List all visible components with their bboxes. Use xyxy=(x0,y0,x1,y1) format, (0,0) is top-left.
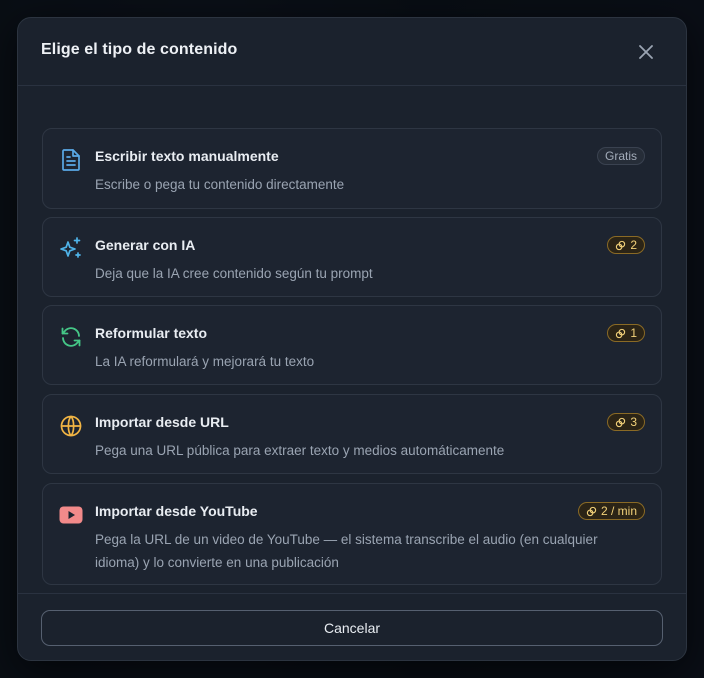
sparkles-icon xyxy=(58,236,84,262)
option-import-youtube[interactable]: Importar desde YouTube Pega la URL de un… xyxy=(42,483,662,585)
option-title: Importar desde URL xyxy=(95,414,229,430)
badge-label: 1 xyxy=(630,326,637,340)
option-rephrase-text[interactable]: Reformular texto La IA reformulará y mej… xyxy=(42,305,662,385)
option-title: Generar con IA xyxy=(95,237,196,253)
free-badge: Gratis xyxy=(596,147,645,165)
youtube-icon xyxy=(58,502,84,528)
option-import-url[interactable]: Importar desde URL Pega una URL pública … xyxy=(42,394,662,474)
refresh-icon xyxy=(58,324,84,350)
close-icon xyxy=(639,45,653,59)
cost-badge: 1 xyxy=(607,324,645,342)
option-generate-ai[interactable]: Generar con IA Deja que la IA cree conte… xyxy=(42,217,662,297)
options-list: Escribir texto manualmente Escribe o peg… xyxy=(18,87,686,593)
option-description: Deja que la IA cree contenido según tu p… xyxy=(95,266,373,281)
option-title: Reformular texto xyxy=(95,325,208,341)
coins-icon xyxy=(616,328,626,338)
option-manual-text[interactable]: Escribir texto manualmente Escribe o peg… xyxy=(42,128,662,209)
dialog-footer: Cancelar xyxy=(18,593,686,660)
cost-badge: 3 xyxy=(607,413,645,431)
dialog-header: Elige el tipo de contenido xyxy=(18,18,686,86)
option-title: Escribir texto manualmente xyxy=(95,148,279,164)
dialog-title: Elige el tipo de contenido xyxy=(41,41,238,58)
badge-label: 3 xyxy=(630,415,637,429)
document-icon xyxy=(58,147,84,173)
globe-icon xyxy=(58,413,84,439)
close-button[interactable] xyxy=(632,38,660,66)
badge-label: Gratis xyxy=(604,149,637,163)
cost-badge: 2 / min xyxy=(577,502,645,520)
coins-icon xyxy=(616,240,626,250)
badge-label: 2 / min xyxy=(600,504,637,518)
content-type-dialog: Elige el tipo de contenido Escribir text… xyxy=(17,17,687,661)
option-description: La IA reformulará y mejorará tu texto xyxy=(95,354,315,369)
coins-icon xyxy=(586,506,597,516)
option-description: Pega la URL de un video de YouTube — el … xyxy=(95,532,598,570)
coins-icon xyxy=(616,417,626,427)
badge-label: 2 xyxy=(630,238,637,252)
option-title: Importar desde YouTube xyxy=(95,503,258,519)
cancel-button[interactable]: Cancelar xyxy=(41,610,663,646)
option-description: Pega una URL pública para extraer texto … xyxy=(95,443,505,458)
cost-badge: 2 xyxy=(607,236,645,254)
option-description: Escribe o pega tu contenido directamente xyxy=(95,177,345,192)
